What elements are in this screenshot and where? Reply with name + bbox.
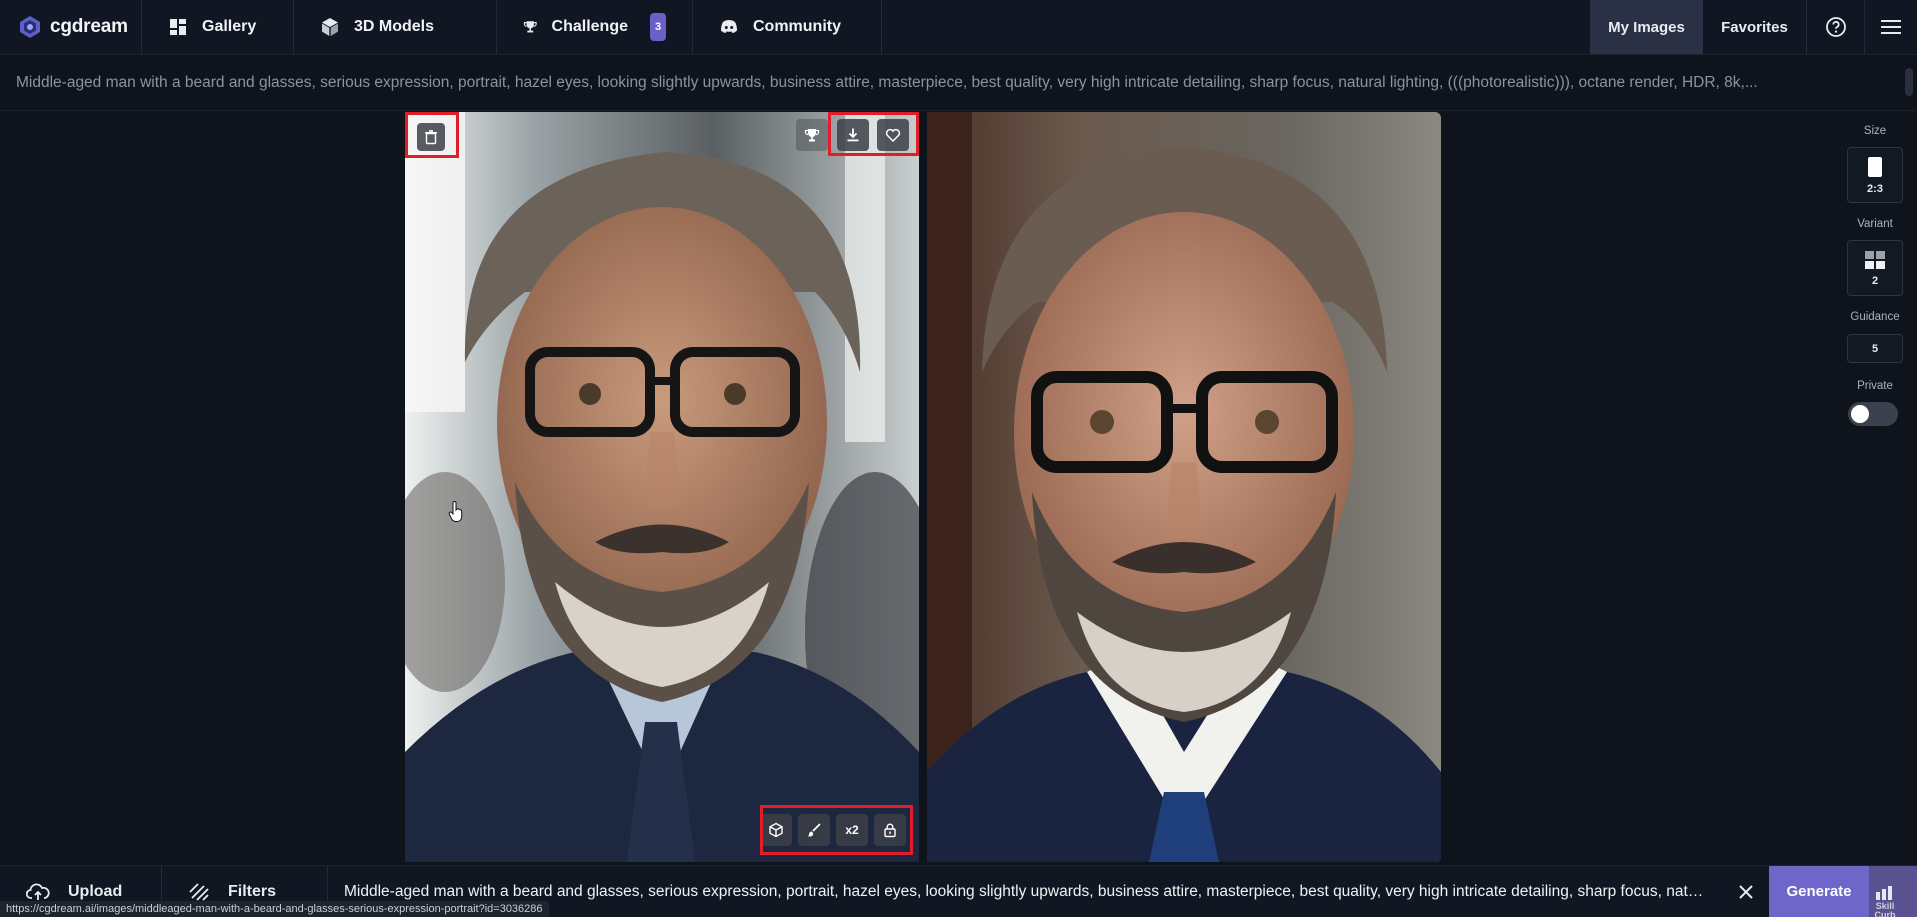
- portrait-image-1: [405, 112, 919, 862]
- challenge-submit-button[interactable]: [796, 119, 828, 151]
- prompt-scrollbar[interactable]: [1905, 68, 1913, 96]
- nav-gallery[interactable]: Gallery: [142, 0, 294, 54]
- highlight-tools: [760, 805, 913, 855]
- guidance-input[interactable]: 5: [1847, 334, 1903, 363]
- prompt-input-text: Middle-aged man with a beard and glasses…: [344, 882, 1704, 900]
- upload-label: Upload: [68, 882, 123, 900]
- hamburger-menu-icon: [1881, 20, 1901, 34]
- generate-button[interactable]: Generate: [1769, 866, 1869, 917]
- portrait-ratio-icon: [1868, 156, 1882, 177]
- private-toggle-knob: [1851, 405, 1869, 423]
- generated-image-1[interactable]: x2: [405, 112, 919, 862]
- size-selector[interactable]: 2:3: [1847, 147, 1903, 203]
- nav-favorites[interactable]: Favorites: [1703, 0, 1807, 54]
- brand-name: cgdream: [50, 16, 128, 37]
- cube-icon: [322, 18, 338, 36]
- guidance-value: 5: [1871, 342, 1879, 355]
- variant-label: Variant: [1857, 218, 1893, 230]
- grid-variant-icon: [1865, 250, 1885, 269]
- discord-icon: [721, 20, 737, 33]
- nav-challenge-label: Challenge: [551, 18, 628, 35]
- gallery-icon: [170, 19, 186, 35]
- nav-3d-models-label: 3D Models: [354, 18, 435, 35]
- help-button[interactable]: [1807, 0, 1865, 54]
- nav-my-images[interactable]: My Images: [1590, 0, 1703, 54]
- nav-gallery-label: Gallery: [202, 18, 257, 35]
- nav-challenge[interactable]: Challenge 3: [497, 0, 693, 54]
- nav-right-group: My Images Favorites: [1590, 0, 1917, 54]
- nav-community-label: Community: [753, 18, 841, 35]
- nav-community[interactable]: Community: [693, 0, 882, 54]
- highlight-delete: [405, 112, 459, 158]
- help-icon: [1825, 17, 1846, 37]
- highlight-download-favorite: [828, 112, 919, 156]
- logo[interactable]: cgdream: [0, 0, 142, 54]
- variant-selector[interactable]: 2: [1847, 240, 1903, 296]
- cgdream-logo-icon: [20, 16, 40, 38]
- nav-3d-models[interactable]: 3D Models: [294, 0, 497, 54]
- trophy-icon: [523, 21, 537, 33]
- status-bar-url: https://cgdream.ai/images/middleaged-man…: [0, 901, 549, 917]
- cloud-upload-icon: [26, 883, 50, 900]
- prompt-text: Middle-aged man with a beard and glasses…: [16, 74, 1758, 91]
- skillcurb-watermark: Skill Curb: [1870, 886, 1900, 917]
- challenge-count-badge: 3: [650, 13, 666, 41]
- size-label: Size: [1863, 125, 1887, 137]
- menu-button[interactable]: [1865, 0, 1917, 54]
- filters-label: Filters: [228, 882, 277, 900]
- skillcurb-logo-icon: [1876, 886, 1892, 900]
- variant-value: 2: [1871, 274, 1879, 287]
- filters-stripes-icon: [189, 882, 209, 901]
- prompt-display[interactable]: Middle-aged man with a beard and glasses…: [0, 56, 1917, 111]
- portrait-image-2: [927, 112, 1441, 862]
- size-value: 2:3: [1867, 182, 1883, 195]
- trophy-icon: [804, 129, 820, 142]
- watermark-text: Skill Curb: [1874, 901, 1896, 917]
- hand-cursor-icon: [448, 501, 463, 522]
- private-label: Private: [1857, 380, 1893, 392]
- private-toggle[interactable]: [1848, 402, 1898, 426]
- top-navigation: cgdream Gallery 3D Models Challenge 3 Co…: [0, 0, 1917, 55]
- clear-prompt-button[interactable]: [1723, 866, 1769, 917]
- generated-image-2[interactable]: [927, 112, 1441, 862]
- guidance-label: Guidance: [1850, 311, 1900, 323]
- close-icon: [1739, 884, 1753, 899]
